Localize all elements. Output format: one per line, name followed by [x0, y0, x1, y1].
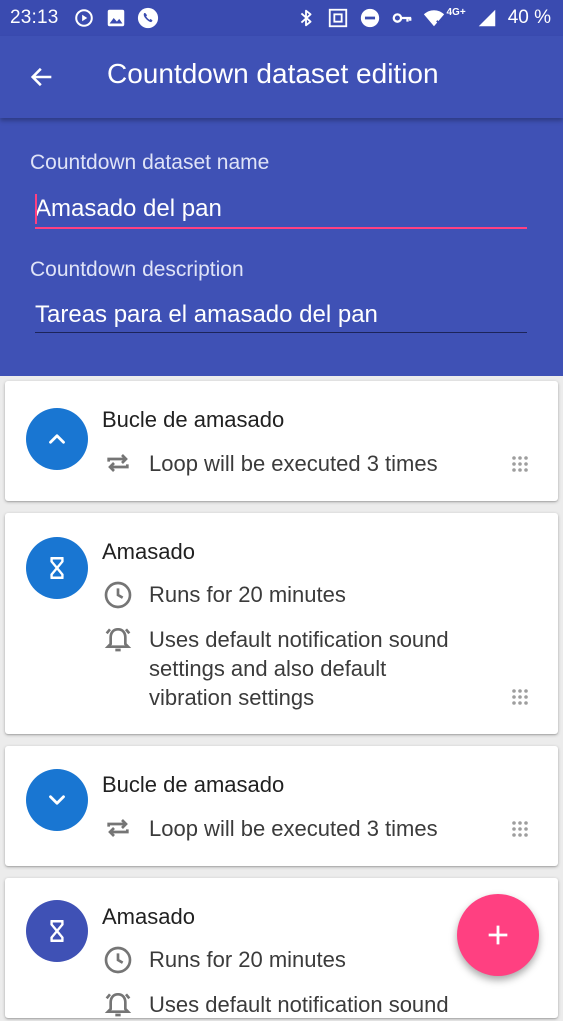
description-field-underline	[35, 332, 527, 333]
drag-handle-icon[interactable]	[510, 819, 530, 843]
notification-text-line1: Uses default notification sound	[149, 992, 449, 1017]
nfc-icon	[328, 8, 347, 28]
loop-description: Loop will be executed 3 times	[149, 816, 438, 841]
cell-signal-icon	[478, 9, 495, 27]
chevron-up-icon	[49, 434, 65, 444]
alarm-icon	[104, 992, 132, 1017]
clock-icon	[104, 581, 132, 609]
task-avatar[interactable]	[26, 900, 88, 962]
loop-icon	[107, 819, 129, 837]
text-cursor	[35, 194, 37, 224]
plus-icon	[488, 925, 508, 945]
drag-handle-icon[interactable]	[510, 687, 530, 711]
alarm-icon	[104, 627, 132, 652]
hourglass-icon	[50, 920, 64, 942]
list-item-task[interactable]: Amasado Runs for 20 minutes Uses default…	[5, 513, 558, 734]
status-bar: 23:13 4G+ 40 %	[0, 0, 563, 36]
description-field-label: Countdown description	[30, 258, 244, 281]
loop-end-avatar[interactable]	[26, 769, 88, 831]
name-field-label: Countdown dataset name	[30, 151, 270, 174]
notification-text-line1: Uses default notification sound	[149, 627, 449, 652]
notification-text-line3: vibration settings	[149, 685, 315, 710]
image-icon	[107, 9, 124, 27]
network-type: 4G+	[446, 6, 466, 18]
phone-icon	[137, 7, 158, 29]
add-item-button[interactable]	[457, 894, 539, 976]
clock-icon	[104, 946, 132, 974]
item-title: Bucle de amasado	[102, 407, 285, 432]
list-item-loop-end[interactable]: Bucle de amasado Loop will be executed 3…	[5, 746, 558, 866]
item-title: Amasado	[102, 904, 195, 929]
back-arrow-icon	[30, 67, 52, 87]
hourglass-icon	[50, 557, 64, 579]
item-title: Amasado	[102, 539, 195, 564]
vpn-key-icon	[392, 13, 411, 23]
duration-text: Runs for 20 minutes	[149, 947, 346, 972]
notification-text-line2: settings and also default	[149, 656, 387, 681]
loop-start-avatar[interactable]	[26, 408, 88, 470]
back-button[interactable]	[22, 57, 62, 97]
chevron-down-icon	[49, 795, 65, 805]
sync-icon	[74, 9, 93, 27]
bluetooth-icon	[300, 9, 311, 27]
duration-text: Runs for 20 minutes	[149, 582, 346, 607]
battery-level: 40 %	[507, 7, 551, 28]
page-title: Countdown dataset edition	[107, 58, 439, 89]
name-field[interactable]	[35, 189, 527, 229]
status-time: 23:13	[10, 7, 59, 28]
loop-icon	[107, 454, 129, 472]
task-avatar[interactable]	[26, 537, 88, 599]
loop-description: Loop will be executed 3 times	[149, 451, 438, 476]
description-field[interactable]	[35, 295, 527, 335]
wifi-off-icon	[423, 10, 444, 27]
do-not-disturb-icon	[360, 8, 379, 28]
app-bar: Countdown dataset edition	[0, 36, 563, 118]
drag-handle-icon[interactable]	[510, 454, 530, 478]
item-title: Bucle de amasado	[102, 772, 285, 797]
dataset-form: Countdown dataset name Countdown descrip…	[0, 118, 563, 376]
list-item-loop-start[interactable]: Bucle de amasado Loop will be executed 3…	[5, 381, 558, 501]
name-field-underline	[35, 227, 527, 229]
